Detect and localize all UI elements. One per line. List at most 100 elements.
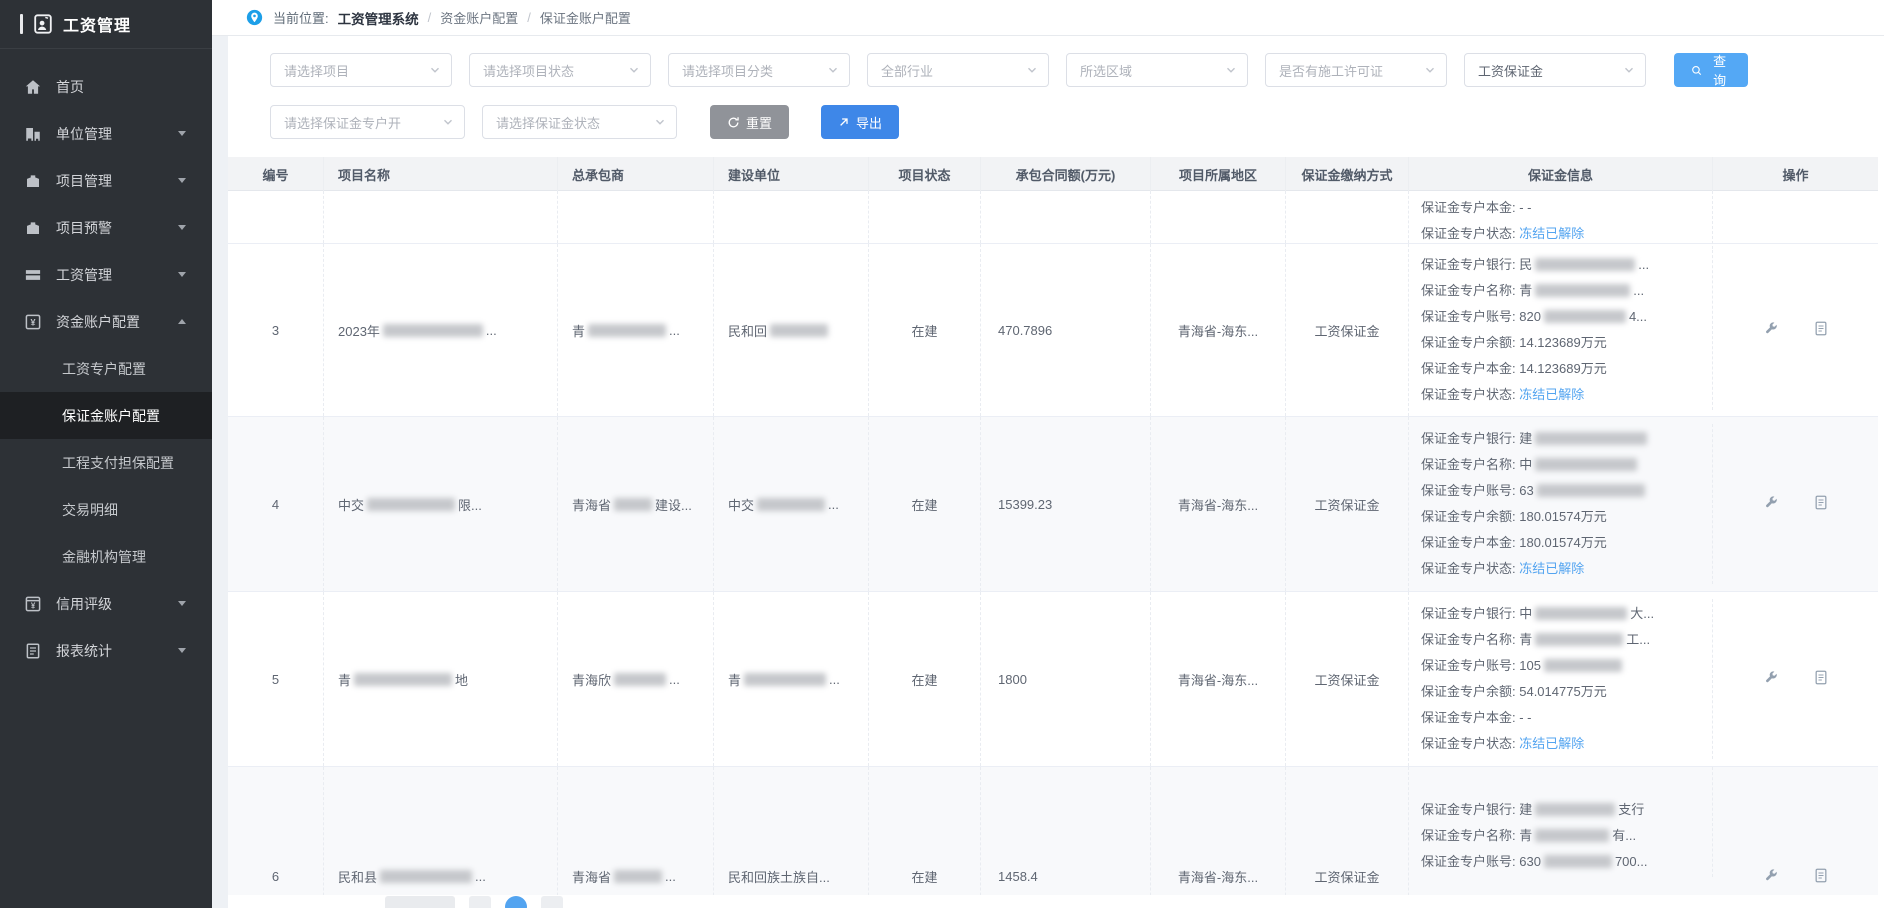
caret-down-icon [178, 648, 186, 653]
wrench-icon [1763, 495, 1778, 513]
column-header: 保证金缴纳方式 [1286, 157, 1409, 191]
account-status-link[interactable]: 冻结已解除 [1519, 226, 1584, 241]
deposit-account-table: 编号项目名称总承包商建设单位项目状态承包合同额(万元)项目所属地区保证金缴纳方式… [228, 157, 1878, 895]
app-title: 工资管理 [63, 12, 131, 36]
deposit-info-line: 保证金专户余额: 54.014775万元 [1421, 679, 1700, 705]
filter-select[interactable]: 请选择项目分类 [668, 53, 850, 87]
deposit-info-line: 保证金专户银行: 中大... [1421, 601, 1700, 627]
cell-project-name: 中交限... [324, 417, 558, 591]
logo-bar [20, 14, 23, 34]
detail-button[interactable] [1812, 668, 1830, 690]
cell-project-name [324, 191, 558, 243]
redacted-text [1535, 432, 1647, 445]
filter-select[interactable]: 请选择项目状态 [469, 53, 651, 87]
cell-contractor: 青海省建设... [558, 417, 714, 591]
report-icon [24, 642, 42, 660]
document-icon [1814, 868, 1828, 886]
column-header: 操作 [1713, 157, 1878, 191]
sidebar-item-fund[interactable]: ¥资金账户配置 [0, 298, 212, 345]
cell-num: 3 [228, 244, 324, 416]
cell-method: 工资保证金 [1286, 417, 1409, 591]
filter-select[interactable]: 请选择项目 [270, 53, 452, 87]
sidebar-item-salary[interactable]: 工资管理 [0, 251, 212, 298]
cell-region [1151, 191, 1286, 243]
sidebar-item-project[interactable]: 项目管理 [0, 157, 212, 204]
sidebar-item-home[interactable]: 首页 [0, 63, 212, 110]
sidebar-subitem[interactable]: 工资专户配置 [0, 345, 212, 392]
cell-amount: 470.7896 [981, 244, 1151, 416]
detail-button[interactable] [1812, 319, 1830, 341]
account-status-link[interactable]: 冻结已解除 [1519, 736, 1584, 751]
sidebar-item-warning[interactable]: 项目预警 [0, 204, 212, 251]
table-header-row: 编号项目名称总承包商建设单位项目状态承包合同额(万元)项目所属地区保证金缴纳方式… [228, 157, 1878, 191]
export-button[interactable]: 导出 [821, 105, 899, 139]
redacted-text [770, 324, 828, 337]
deposit-info-line: 保证金专户账号: 630700... [1421, 849, 1700, 875]
export-arrow-icon [838, 116, 850, 128]
chevron-down-icon [1225, 64, 1237, 76]
document-icon [1814, 495, 1828, 513]
filter-select[interactable]: 所选区域 [1066, 53, 1248, 87]
sidebar: 工资管理 首页单位管理项目管理项目预警工资管理¥资金账户配置工资专户配置保证金账… [0, 0, 212, 908]
deposit-info-line: 保证金专户本金: 14.123689万元 [1421, 356, 1700, 382]
cell-deposit-info: 保证金专户本金: - -保证金专户状态: 冻结已解除 [1409, 191, 1713, 249]
filter-select[interactable]: 是否有施工许可证 [1265, 53, 1447, 87]
sidebar-subitem[interactable]: 工程支付担保配置 [0, 439, 212, 486]
wrench-icon [1763, 868, 1778, 886]
filter-panel: 请选择项目请选择项目状态请选择项目分类全部行业所选区域是否有施工许可证工资保证金… [228, 36, 1884, 139]
reset-button[interactable]: 重置 [710, 105, 789, 139]
pagination-page[interactable] [469, 896, 491, 908]
detail-button[interactable] [1812, 866, 1830, 888]
sidebar-item-report[interactable]: 报表统计 [0, 627, 212, 674]
configure-button[interactable] [1761, 668, 1780, 690]
redacted-text [1544, 855, 1612, 868]
redacted-text [588, 324, 666, 337]
cell-amount: 1458.4 [981, 767, 1151, 895]
sidebar-subitem[interactable]: 交易明细 [0, 486, 212, 533]
search-button[interactable]: 查询 [1674, 53, 1748, 87]
table-body: 保证金专户本金: - -保证金专户状态: 冻结已解除32023年...青...民… [228, 191, 1878, 895]
account-status-link[interactable]: 冻结已解除 [1519, 561, 1584, 576]
sidebar-item-org[interactable]: 单位管理 [0, 110, 212, 157]
configure-button[interactable] [1761, 866, 1780, 888]
filter-select[interactable]: 请选择保证金专户开 [270, 105, 465, 139]
chevron-down-icon [628, 64, 640, 76]
cell-operations [1713, 244, 1878, 416]
column-header: 总承包商 [558, 157, 714, 191]
redacted-text [367, 498, 455, 511]
pagination[interactable] [385, 896, 563, 908]
filter-select[interactable]: 全部行业 [867, 53, 1049, 87]
refresh-icon [727, 116, 740, 129]
cell-region: 青海省-海东... [1151, 592, 1286, 766]
home-icon [24, 78, 42, 96]
sidebar-subitem[interactable]: 保证金账户配置 [0, 392, 212, 439]
wrench-icon [1763, 321, 1778, 339]
redacted-text [1544, 659, 1622, 672]
chevron-down-icon [442, 116, 454, 128]
sidebar-subitem[interactable]: 金融机构管理 [0, 533, 212, 580]
deposit-info-line: 保证金专户名称: 青有... [1421, 823, 1700, 849]
configure-button[interactable] [1761, 493, 1780, 515]
cell-region: 青海省-海东... [1151, 767, 1286, 895]
sidebar-item-credit[interactable]: ¥信用评级 [0, 580, 212, 627]
sidebar-item-label: 资金账户配置 [56, 312, 164, 332]
page: 工资管理 首页单位管理项目管理项目预警工资管理¥资金账户配置工资专户配置保证金账… [0, 0, 1884, 908]
filter-select[interactable]: 请选择保证金状态 [482, 105, 677, 139]
pagination-pill[interactable] [385, 896, 455, 908]
deposit-info-line: 保证金专户状态: 冻结已解除 [1421, 221, 1700, 247]
breadcrumb-item[interactable]: 资金账户配置 [440, 8, 518, 27]
cell-deposit-info: 保证金专户银行: 建保证金专户名称: 中保证金专户账号: 63保证金专户余额: … [1409, 424, 1713, 584]
deposit-info-line: 保证金专户状态: 冻结已解除 [1421, 731, 1700, 757]
deposit-info-line: 保证金专户状态: 冻结已解除 [1421, 556, 1700, 582]
deposit-info-line: 保证金专户余额: 14.123689万元 [1421, 330, 1700, 356]
pagination-page[interactable] [541, 896, 563, 908]
filter-select[interactable]: 工资保证金 [1464, 53, 1646, 87]
redacted-text [1535, 633, 1623, 646]
breadcrumb-prefix: 当前位置: [273, 8, 329, 27]
configure-button[interactable] [1761, 319, 1780, 341]
account-status-link[interactable]: 冻结已解除 [1519, 387, 1584, 402]
column-header: 编号 [228, 157, 324, 191]
detail-button[interactable] [1812, 493, 1830, 515]
pagination-active-page[interactable] [505, 896, 527, 908]
cell-status [869, 191, 981, 243]
